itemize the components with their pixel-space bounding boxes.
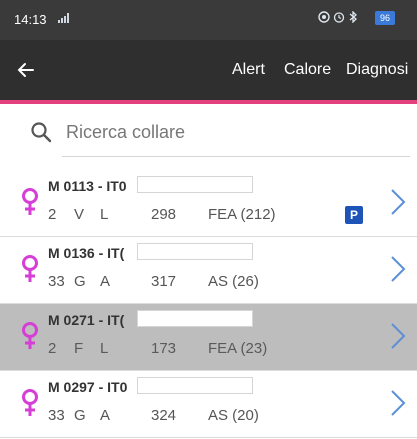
battery-icon: 96 xyxy=(375,11,395,25)
search-icon xyxy=(31,122,52,143)
arrow-left-icon xyxy=(17,63,34,77)
signal-icon xyxy=(58,13,69,23)
animal-title: M 0136 - IT( xyxy=(48,245,125,261)
chevron-right-icon[interactable] xyxy=(389,187,407,217)
list-item[interactable]: M 0113 - IT0 2 V L 298 FEA (212) P xyxy=(0,170,417,237)
chevron-right-icon[interactable] xyxy=(389,254,407,284)
animal-list: M 0113 - IT0 2 V L 298 FEA (212) P M 0136 - IT(… xyxy=(0,170,417,438)
detail-n: 2 xyxy=(48,206,57,223)
calore-button[interactable]: Calore xyxy=(284,61,331,79)
detail-code2: A xyxy=(100,273,111,290)
list-item[interactable]: M 0271 - IT( 2 F L 173 FEA (23) xyxy=(0,304,417,371)
animal-title: M 0297 - IT0 xyxy=(48,379,128,395)
chevron-right-icon[interactable] xyxy=(389,388,407,418)
alert-button[interactable]: Alert xyxy=(232,61,265,79)
female-icon xyxy=(20,321,40,351)
detail-code2: L xyxy=(100,206,109,223)
detail-code2: L xyxy=(100,340,109,357)
detail-days: 324 xyxy=(151,407,177,424)
detail-code1: G xyxy=(74,273,86,290)
animal-title: M 0271 - IT( xyxy=(48,312,125,328)
search-underline xyxy=(62,156,410,157)
alarm-icon xyxy=(333,12,345,23)
app-bar: Alert Calore Diagnosi xyxy=(0,40,417,104)
detail-n: 33 xyxy=(48,407,65,424)
female-icon xyxy=(20,388,40,418)
system-icons xyxy=(318,11,358,23)
back-button[interactable] xyxy=(8,52,44,88)
detail-code1: G xyxy=(74,407,86,424)
detail-code1: F xyxy=(74,340,84,357)
status-time: 14:13 xyxy=(14,12,47,27)
diagnosi-button[interactable]: Diagnosi xyxy=(346,61,408,79)
location-icon xyxy=(318,11,330,23)
female-icon xyxy=(20,187,40,217)
detail-days: 173 xyxy=(151,340,177,357)
search-bar xyxy=(0,104,417,158)
list-item[interactable]: M 0297 - IT0 33 G A 324 AS (20) xyxy=(0,371,417,438)
detail-status: AS (26) xyxy=(208,273,259,290)
redacted-id-box xyxy=(137,176,253,193)
detail-code2: A xyxy=(100,407,111,424)
status-bar: 14:13 96 xyxy=(0,0,417,40)
detail-code1: V xyxy=(74,206,85,223)
pregnant-badge: P xyxy=(345,206,363,224)
detail-status: FEA (212) xyxy=(208,206,276,223)
chevron-right-icon[interactable] xyxy=(389,321,407,351)
list-item[interactable]: M 0136 - IT( 33 G A 317 AS (26) xyxy=(0,237,417,304)
bluetooth-icon xyxy=(349,11,357,23)
detail-n: 2 xyxy=(48,340,57,357)
female-icon xyxy=(20,254,40,284)
detail-days: 298 xyxy=(151,206,177,223)
redacted-id-box xyxy=(137,377,253,394)
search-input[interactable] xyxy=(66,118,346,146)
detail-days: 317 xyxy=(151,273,177,290)
redacted-id-box xyxy=(137,310,253,327)
animal-title: M 0113 - IT0 xyxy=(48,178,127,194)
detail-status: AS (20) xyxy=(208,407,259,424)
redacted-id-box xyxy=(137,243,253,260)
detail-status: FEA (23) xyxy=(208,340,268,357)
detail-n: 33 xyxy=(48,273,65,290)
